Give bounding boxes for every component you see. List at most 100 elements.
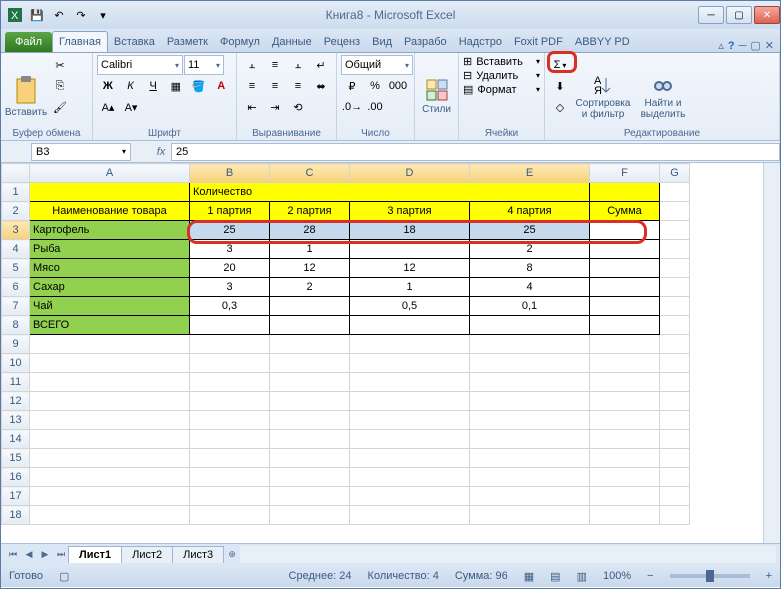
fill-button[interactable]: ⬇ [549,76,571,96]
cell-C14[interactable] [270,430,350,449]
cell-G16[interactable] [660,468,690,487]
sort-filter-button[interactable]: AЯ Сортировка и фильтр [573,55,633,138]
sheet-nav-next[interactable]: ▶ [37,547,53,563]
cell-C8[interactable] [270,316,350,335]
cell-A4[interactable]: Рыба [30,240,190,259]
cell-E1[interactable] [470,183,590,202]
cell-F3[interactable] [590,221,660,240]
border-button[interactable]: ▦ [165,76,187,96]
merge-button[interactable]: ⬌ [310,76,332,96]
cell-F13[interactable] [590,411,660,430]
cell-E10[interactable] [470,354,590,373]
cell-G14[interactable] [660,430,690,449]
sheet-nav-last[interactable]: ⏭ [53,547,69,563]
cell-A17[interactable] [30,487,190,506]
styles-button[interactable]: Стили [419,55,454,138]
fx-button[interactable]: fx [151,146,171,158]
cut-button[interactable]: ✂ [49,55,71,75]
paste-button[interactable]: Вставить [5,55,47,138]
ribbon-minimize-icon[interactable]: ▵ [718,39,724,52]
cell-F4[interactable] [590,240,660,259]
cell-G4[interactable] [660,240,690,259]
cell-F7[interactable] [590,297,660,316]
format-cells-button[interactable]: ▤Формат▾ [463,83,540,96]
cell-A3[interactable]: Картофель [30,221,190,240]
cell-D4[interactable] [350,240,470,259]
cell-D15[interactable] [350,449,470,468]
delete-cells-button[interactable]: ⊟Удалить▾ [463,69,540,82]
increase-decimal-button[interactable]: .0→ [341,97,363,117]
cell-C13[interactable] [270,411,350,430]
cell-A1[interactable] [30,183,190,202]
cell-C18[interactable] [270,506,350,525]
cell-G5[interactable] [660,259,690,278]
row-header-17[interactable]: 17 [2,487,30,506]
view-layout-button[interactable]: ▤ [550,570,560,583]
formula-input[interactable]: 25 [171,143,780,161]
close-button[interactable]: ✕ [754,6,780,24]
currency-button[interactable]: ₽ [341,76,363,96]
cell-B3[interactable]: 25 [190,221,270,240]
cell-F14[interactable] [590,430,660,449]
qat-more[interactable]: ▾ [93,5,113,25]
cell-A18[interactable] [30,506,190,525]
excel-icon[interactable]: X [5,5,25,25]
fill-color-button[interactable]: 🪣 [188,76,210,96]
increase-indent-button[interactable]: ⇥ [264,97,286,117]
tab-view[interactable]: Вид [366,32,398,52]
cell-C15[interactable] [270,449,350,468]
decrease-indent-button[interactable]: ⇤ [241,97,263,117]
tab-insert[interactable]: Вставка [108,32,161,52]
align-bottom-button[interactable]: ⫠ [287,55,309,75]
cell-B9[interactable] [190,335,270,354]
cell-A9[interactable] [30,335,190,354]
cell-D8[interactable] [350,316,470,335]
cell-D7[interactable]: 0,5 [350,297,470,316]
font-color-button[interactable]: A [210,76,232,96]
cell-B14[interactable] [190,430,270,449]
clear-button[interactable]: ◇ [549,97,571,117]
cell-A14[interactable] [30,430,190,449]
view-pagebreak-button[interactable]: ▥ [577,570,587,583]
row-header-5[interactable]: 5 [2,259,30,278]
cell-A5[interactable]: Мясо [30,259,190,278]
zoom-level[interactable]: 100% [603,570,631,582]
comma-button[interactable]: 000 [387,76,409,96]
tab-layout[interactable]: Разметк [161,32,214,52]
vertical-scrollbar[interactable] [763,163,780,543]
cell-D14[interactable] [350,430,470,449]
cell-G3[interactable] [660,221,690,240]
cell-C10[interactable] [270,354,350,373]
autosum-button[interactable]: Σ▾ [549,55,571,75]
cell-A2[interactable]: Наименование товара [30,202,190,221]
row-header-18[interactable]: 18 [2,506,30,525]
font-name-combo[interactable]: Calibri▾ [97,55,183,75]
cell-B8[interactable] [190,316,270,335]
font-size-combo[interactable]: 11▾ [184,55,224,75]
cell-G1[interactable] [660,183,690,202]
cell-A8[interactable]: ВСЕГО [30,316,190,335]
row-header-2[interactable]: 2 [2,202,30,221]
row-header-14[interactable]: 14 [2,430,30,449]
cell-D18[interactable] [350,506,470,525]
cell-G11[interactable] [660,373,690,392]
cell-F10[interactable] [590,354,660,373]
mdi-restore[interactable]: ▢ [750,39,760,52]
cell-G2[interactable] [660,202,690,221]
cell-A7[interactable]: Чай [30,297,190,316]
row-header-8[interactable]: 8 [2,316,30,335]
sheet-tab-1[interactable]: Лист1 [68,546,122,563]
cell-B6[interactable]: 3 [190,278,270,297]
cell-E5[interactable]: 8 [470,259,590,278]
macro-record-icon[interactable]: ▢ [59,570,69,583]
cell-A12[interactable] [30,392,190,411]
cell-F18[interactable] [590,506,660,525]
cell-A6[interactable]: Сахар [30,278,190,297]
cell-B7[interactable]: 0,3 [190,297,270,316]
cell-C7[interactable] [270,297,350,316]
copy-button[interactable]: ⎘ [49,76,71,96]
cell-C17[interactable] [270,487,350,506]
mdi-minimize[interactable]: ─ [739,40,747,52]
cell-C16[interactable] [270,468,350,487]
tab-addins[interactable]: Надстро [453,32,508,52]
